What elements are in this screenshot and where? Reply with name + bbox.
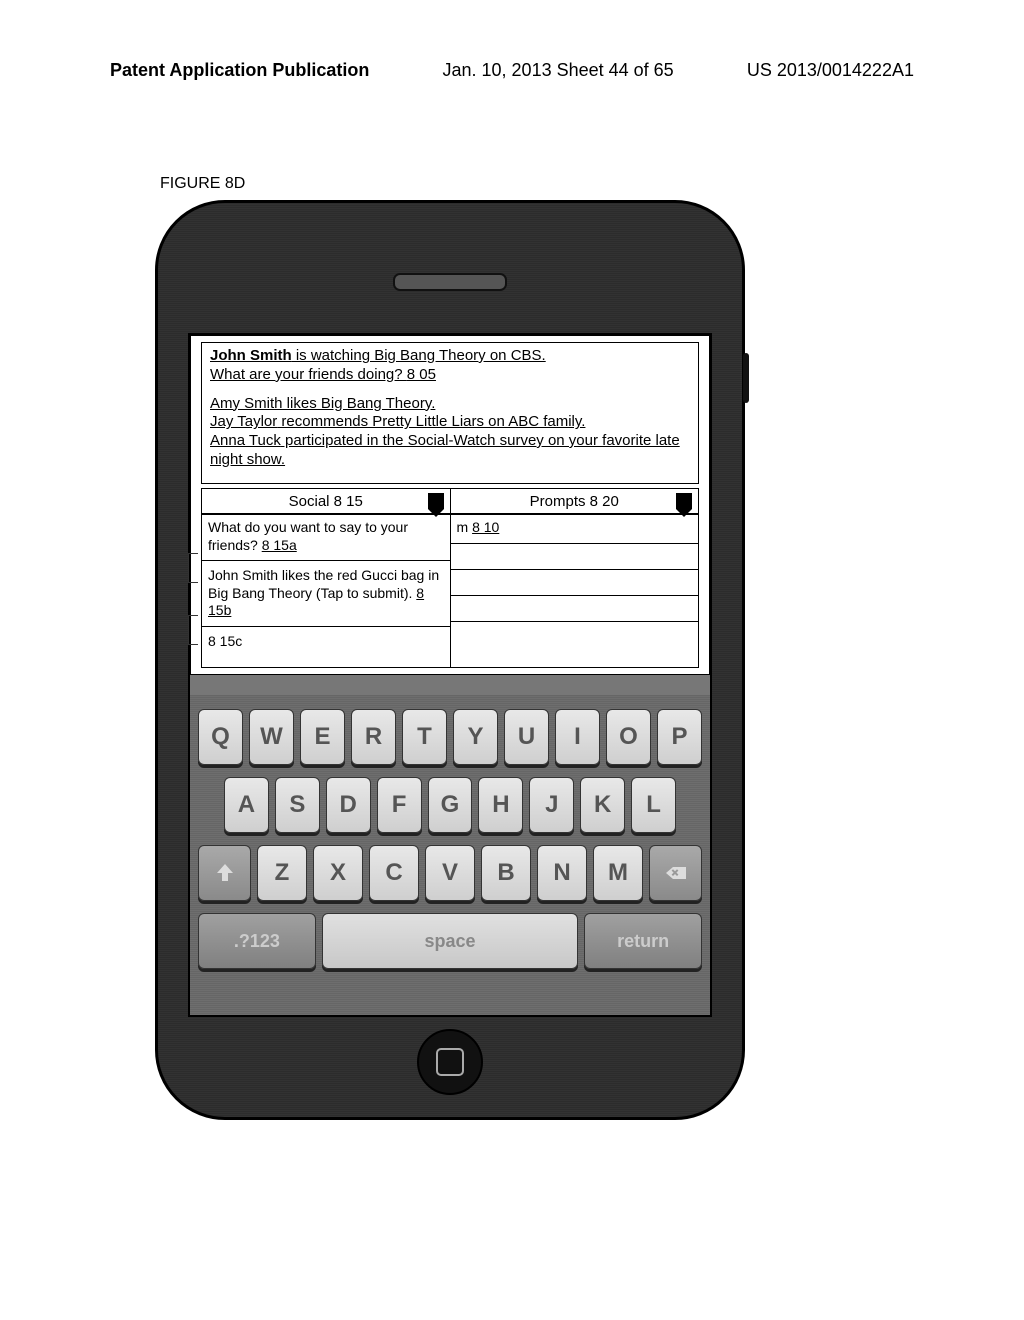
earpiece-speaker	[393, 273, 507, 291]
social-input-wrap: 8 15c	[202, 629, 450, 677]
chevron-down-icon	[676, 493, 692, 509]
key-o[interactable]: O	[606, 709, 651, 765]
ref-810: 8 10	[472, 519, 499, 535]
key-z[interactable]: Z	[257, 845, 307, 901]
header-right: US 2013/0014222A1	[747, 60, 914, 81]
key-q[interactable]: Q	[198, 709, 243, 765]
feed-line-3: Amy Smith likes Big Bang Theory.	[210, 395, 690, 414]
social-question: What do you want to say to your friends?…	[202, 515, 450, 558]
callout-leaders	[188, 553, 198, 677]
key-r[interactable]: R	[351, 709, 396, 765]
social-dropdown[interactable]: Social 8 15	[201, 488, 451, 514]
numbers-key[interactable]: .?123	[198, 913, 316, 969]
keyboard-row-1: Q W E R T Y U I O P	[198, 709, 702, 765]
key-l[interactable]: L	[631, 777, 676, 833]
key-h[interactable]: H	[478, 777, 523, 833]
prompt-input-1[interactable]	[451, 543, 699, 563]
key-e[interactable]: E	[300, 709, 345, 765]
ref-815a: 8 15a	[262, 537, 297, 553]
feed-line-1: John Smith is watching Big Bang Theory o…	[210, 347, 690, 366]
home-icon	[436, 1048, 464, 1076]
prompt-input-2[interactable]	[451, 569, 699, 589]
app-panel: John Smith is watching Big Bang Theory o…	[190, 335, 710, 675]
key-c[interactable]: C	[369, 845, 419, 901]
key-v[interactable]: V	[425, 845, 475, 901]
key-w[interactable]: W	[249, 709, 294, 765]
key-n[interactable]: N	[537, 845, 587, 901]
key-j[interactable]: J	[529, 777, 574, 833]
key-b[interactable]: B	[481, 845, 531, 901]
feed-user-1[interactable]: John Smith	[210, 347, 292, 364]
key-p[interactable]: P	[657, 709, 702, 765]
chevron-down-icon	[428, 493, 444, 509]
feed-line-2: What are your friends doing? 8 05	[210, 366, 690, 385]
keyboard-row-3: Z X C V B N M	[198, 845, 702, 901]
key-t[interactable]: T	[402, 709, 447, 765]
on-screen-keyboard: Q W E R T Y U I O P A S D F G H J K L	[190, 695, 710, 1015]
feed-line-4: Jay Taylor recommends Pretty Little Liar…	[210, 413, 690, 432]
header-center: Jan. 10, 2013 Sheet 44 of 65	[443, 60, 674, 81]
key-i[interactable]: I	[555, 709, 600, 765]
social-column: What do you want to say to your friends?…	[201, 514, 451, 668]
key-g[interactable]: G	[428, 777, 473, 833]
figure-label: FIGURE 8D	[160, 175, 245, 193]
side-button[interactable]	[743, 353, 749, 403]
prompt-input-4[interactable]	[451, 621, 699, 641]
key-s[interactable]: S	[275, 777, 320, 833]
ref-815c: 8 15c	[208, 633, 242, 649]
activity-feed: John Smith is watching Big Bang Theory o…	[201, 342, 699, 484]
key-x[interactable]: X	[313, 845, 363, 901]
key-u[interactable]: U	[504, 709, 549, 765]
key-a[interactable]: A	[224, 777, 269, 833]
prompt-input-3[interactable]	[451, 595, 699, 615]
feed-user-2[interactable]: Amy Smith	[210, 395, 283, 412]
shift-key[interactable]	[198, 845, 251, 901]
social-entry[interactable]: John Smith likes the red Gucci bag in Bi…	[202, 563, 450, 624]
columns-row: What do you want to say to your friends?…	[201, 514, 699, 668]
key-k[interactable]: K	[580, 777, 625, 833]
feed-line-5: Anna Tuck participated in the Social-Wat…	[210, 432, 690, 470]
key-d[interactable]: D	[326, 777, 371, 833]
key-y[interactable]: Y	[453, 709, 498, 765]
backspace-key[interactable]	[649, 845, 702, 901]
key-f[interactable]: F	[377, 777, 422, 833]
home-button[interactable]	[417, 1029, 483, 1095]
shift-icon	[213, 861, 237, 885]
feed-user-4[interactable]: Anna Tuck	[210, 432, 281, 449]
backspace-icon	[664, 861, 688, 885]
prompt-top-label: m 8 10	[451, 515, 699, 537]
space-key[interactable]: space	[322, 913, 579, 969]
phone-screen: John Smith is watching Big Bang Theory o…	[188, 333, 712, 1017]
ref-805: 8 05	[407, 366, 436, 383]
header-left: Patent Application Publication	[110, 60, 369, 81]
page-header: Patent Application Publication Jan. 10, …	[0, 60, 1024, 81]
prompts-column: m 8 10	[451, 514, 700, 668]
feed-user-3[interactable]: Jay Taylor	[210, 413, 277, 430]
keyboard-row-4: .?123 space return	[198, 913, 702, 969]
prompts-dropdown[interactable]: Prompts 8 20	[451, 488, 700, 514]
keyboard-row-2: A S D F G H J K L	[198, 777, 702, 833]
dropdown-row: Social 8 15 Prompts 8 20	[201, 488, 699, 514]
key-m[interactable]: M	[593, 845, 643, 901]
return-key[interactable]: return	[584, 913, 702, 969]
phone-device: John Smith is watching Big Bang Theory o…	[155, 200, 745, 1120]
